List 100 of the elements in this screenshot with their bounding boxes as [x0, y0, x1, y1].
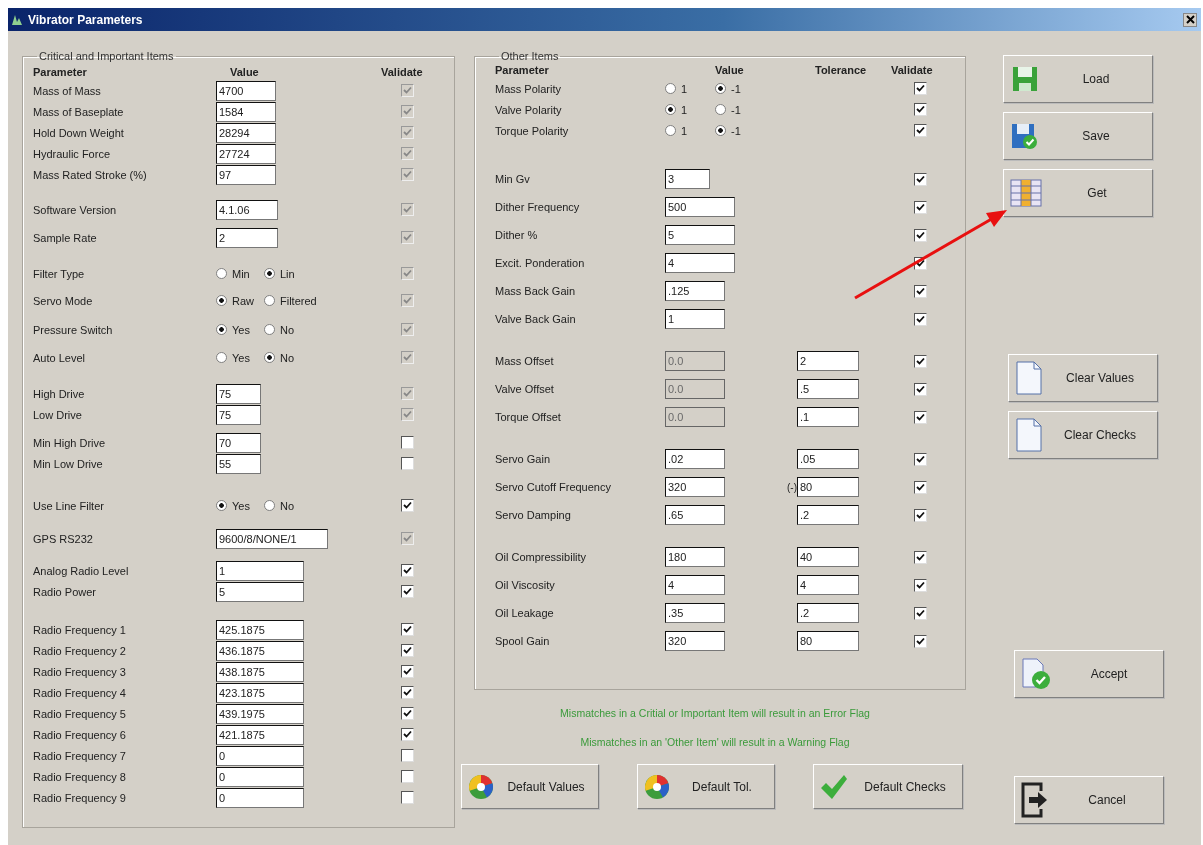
action-button[interactable]: Clear Checks	[1008, 411, 1158, 459]
value-field[interactable]: 3	[665, 169, 710, 189]
action-button[interactable]: Clear Values	[1008, 354, 1158, 402]
action-button[interactable]: Accept	[1014, 650, 1164, 698]
radio-button[interactable]	[715, 83, 726, 94]
tolerance-field[interactable]: .05	[797, 449, 859, 469]
checkbox[interactable]	[914, 124, 927, 137]
checkbox[interactable]	[914, 172, 927, 186]
value-field[interactable]: 27724	[216, 143, 276, 164]
value-field[interactable]: 4	[665, 575, 725, 595]
action-button[interactable]: Cancel	[1014, 776, 1164, 824]
value-field[interactable]: 75	[216, 383, 261, 404]
default-button[interactable]: Default Checks	[813, 764, 963, 809]
value-field[interactable]: 4	[665, 253, 735, 273]
value-field[interactable]: 28294	[216, 122, 276, 143]
checkbox[interactable]	[914, 578, 927, 592]
checkbox[interactable]	[914, 452, 927, 466]
value-field[interactable]: .02	[665, 449, 725, 469]
parameter-label: Min Gv	[495, 173, 531, 185]
radio-button[interactable]	[216, 295, 227, 306]
checkbox[interactable]	[914, 634, 927, 648]
value-field[interactable]: 1584	[216, 101, 276, 122]
value-field[interactable]: 97	[216, 164, 276, 185]
value-field[interactable]: 436.1875	[216, 640, 304, 661]
radio-button[interactable]	[216, 268, 227, 279]
value-field[interactable]: 438.1875	[216, 661, 304, 682]
tolerance-field[interactable]: .5	[797, 379, 859, 399]
value-field[interactable]: 70	[216, 432, 261, 453]
checkbox[interactable]	[914, 508, 927, 522]
radio-button[interactable]	[216, 324, 227, 335]
value-field[interactable]: 425.1875	[216, 619, 304, 640]
value-field[interactable]: 0	[216, 766, 304, 787]
value-field[interactable]: 0	[216, 787, 304, 808]
checkbox[interactable]	[914, 284, 927, 298]
value-field[interactable]: 1	[665, 309, 725, 329]
group-title: Other Items	[500, 50, 560, 62]
checkbox[interactable]	[914, 606, 927, 620]
checkbox[interactable]	[914, 200, 927, 214]
value-field[interactable]: .125	[665, 281, 725, 301]
value-field[interactable]: 9600/8/NONE/1	[216, 528, 328, 549]
value-field[interactable]: 4.1.06	[216, 199, 278, 220]
tolerance-field[interactable]: 4	[797, 575, 859, 595]
checkbox[interactable]	[914, 103, 927, 116]
value-field[interactable]: 55	[216, 453, 261, 474]
action-button[interactable]: Save	[1003, 112, 1153, 160]
action-button[interactable]: Load	[1003, 55, 1153, 103]
radio-button[interactable]	[264, 268, 275, 279]
value-field[interactable]: .35	[665, 603, 725, 623]
radio-button[interactable]	[264, 324, 275, 335]
checkbox[interactable]	[401, 457, 414, 470]
close-button[interactable]	[1183, 12, 1197, 27]
value-field[interactable]: 320	[665, 477, 725, 497]
checkbox[interactable]	[401, 436, 414, 449]
value-field[interactable]: 439.1975	[216, 703, 304, 724]
radio-button[interactable]	[264, 352, 275, 363]
value-field[interactable]: 423.1875	[216, 682, 304, 703]
checkbox[interactable]	[914, 382, 927, 396]
value-field[interactable]: 421.1875	[216, 724, 304, 745]
tolerance-field[interactable]: .2	[797, 603, 859, 623]
checkbox[interactable]	[914, 410, 927, 424]
radio-button[interactable]	[715, 104, 726, 115]
tolerance-field[interactable]: .1	[797, 407, 859, 427]
tolerance-field[interactable]: 40	[797, 547, 859, 567]
value-field[interactable]: 5	[216, 581, 304, 602]
checkbox[interactable]	[914, 550, 927, 564]
parameter-label: Min High Drive	[33, 436, 107, 449]
radio-button[interactable]	[665, 125, 676, 136]
value-field[interactable]: .65	[665, 505, 725, 525]
radio-button[interactable]	[264, 500, 275, 511]
value-field[interactable]: 180	[665, 547, 725, 567]
tolerance-field[interactable]: 80	[797, 631, 859, 651]
tolerance-field[interactable]: .2	[797, 505, 859, 525]
value-field[interactable]: 4700	[216, 80, 276, 101]
value-field[interactable]: 5	[665, 225, 735, 245]
default-button[interactable]: Default Tol.	[637, 764, 775, 809]
value-field[interactable]: 500	[665, 197, 735, 217]
checkbox[interactable]	[401, 791, 414, 804]
radio-button[interactable]	[216, 352, 227, 363]
checkbox[interactable]	[401, 749, 414, 762]
checkbox[interactable]	[914, 312, 927, 326]
default-button[interactable]: Default Values	[461, 764, 599, 809]
value-field[interactable]: 0	[216, 745, 304, 766]
radio-button[interactable]	[264, 295, 275, 306]
radio-button[interactable]	[665, 83, 676, 94]
tolerance-field[interactable]: 80	[797, 477, 859, 497]
action-button[interactable]: Get	[1003, 169, 1153, 217]
radio-button[interactable]	[665, 104, 676, 115]
value-field[interactable]: 2	[216, 227, 278, 248]
value-field[interactable]: 320	[665, 631, 725, 651]
checkbox[interactable]	[401, 770, 414, 783]
checkbox[interactable]	[914, 228, 927, 242]
tolerance-field[interactable]: 2	[797, 351, 859, 371]
checkbox[interactable]	[914, 480, 927, 494]
value-field[interactable]: 1	[216, 560, 304, 581]
radio-button[interactable]	[216, 500, 227, 511]
radio-button[interactable]	[715, 125, 726, 136]
value-field[interactable]: 75	[216, 404, 261, 425]
checkbox[interactable]	[914, 82, 927, 95]
parameter-label: Radio Frequency 6	[33, 728, 127, 741]
checkbox[interactable]	[914, 354, 927, 368]
